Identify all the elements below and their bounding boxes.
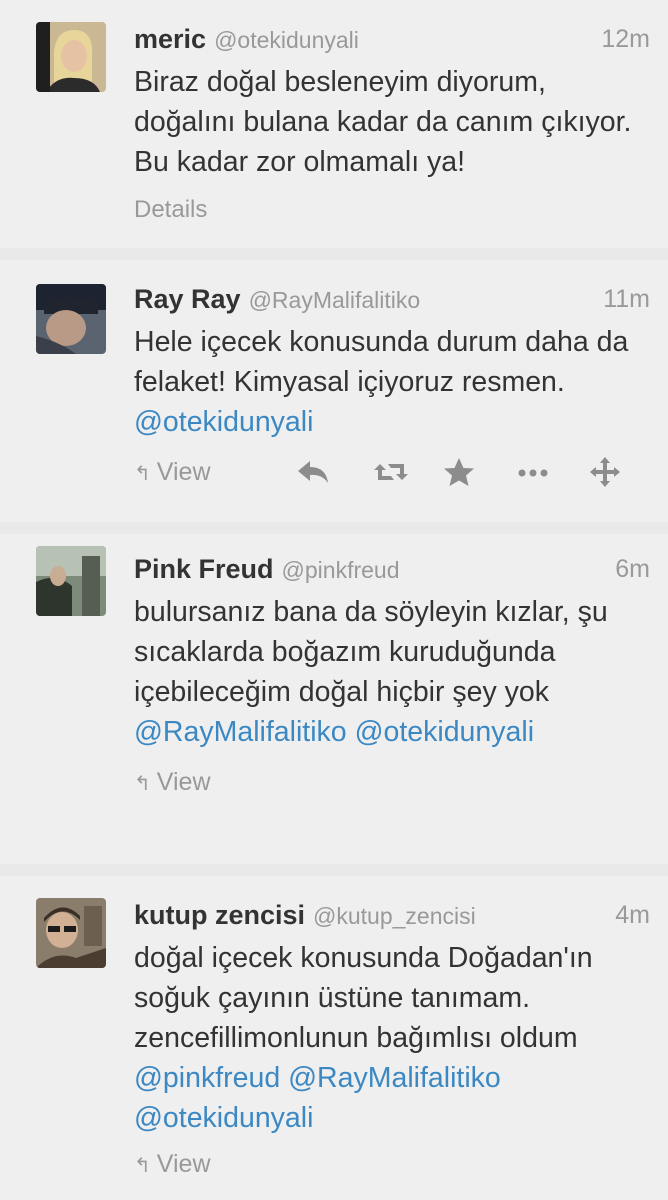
tweet-text: Biraz doğal besleneyim diyorum, doğalını… bbox=[134, 62, 650, 182]
mention-link[interactable]: @otekidunyali bbox=[355, 716, 534, 748]
user-name[interactable]: Pink Freud bbox=[134, 554, 274, 584]
tweet-text-segment: doğal içecek konusunda Doğadan'ın soğuk … bbox=[134, 942, 593, 1054]
retweet-icon[interactable] bbox=[372, 456, 410, 488]
view-label: View bbox=[156, 1150, 211, 1178]
tweet-text-segment: bulursanız bana da söyleyin kızlar, şu s… bbox=[134, 596, 608, 708]
tweet-item[interactable]: meric @otekidunyali 12m Biraz doğal besle… bbox=[0, 0, 668, 248]
mention-link[interactable]: @RayMalifalitiko bbox=[288, 1062, 501, 1094]
view-arrow-icon: ↰ bbox=[134, 773, 151, 795]
mention-link[interactable]: @otekidunyali bbox=[134, 1102, 313, 1134]
view-link[interactable]: ↰ View bbox=[134, 452, 211, 494]
view-label: View bbox=[156, 458, 211, 486]
expand-icon[interactable] bbox=[586, 456, 624, 488]
tweet-item[interactable]: kutup zencisi @kutup_zencisi 4m doğal içe… bbox=[0, 876, 668, 1200]
mention-link[interactable]: @otekidunyali bbox=[134, 406, 313, 438]
tweet-item[interactable]: Ray Ray @RayMalifalitiko 11m Hele içecek … bbox=[0, 260, 668, 522]
more-icon[interactable] bbox=[514, 456, 552, 488]
favorite-icon[interactable] bbox=[440, 456, 478, 488]
mention-link[interactable]: @RayMalifalitiko bbox=[134, 716, 347, 748]
tweet-header: kutup zencisi @kutup_zencisi 4m bbox=[134, 894, 650, 936]
user-handle[interactable]: @otekidunyali bbox=[214, 27, 359, 53]
tweet-header: Pink Freud @pinkfreud 6m bbox=[134, 548, 650, 590]
tweet-actions: ↰ View bbox=[134, 762, 650, 802]
avatar[interactable] bbox=[36, 546, 106, 616]
reply-icon[interactable] bbox=[294, 456, 332, 488]
tweet-header: meric @otekidunyali 12m bbox=[134, 18, 650, 60]
tweet-text: bulursanız bana da söyleyin kızlar, şu s… bbox=[134, 592, 650, 752]
user-handle[interactable]: @pinkfreud bbox=[282, 557, 400, 583]
user-name[interactable]: Ray Ray bbox=[134, 284, 241, 314]
timestamp[interactable]: 6m bbox=[615, 548, 650, 590]
timestamp[interactable]: 4m bbox=[615, 894, 650, 936]
timestamp[interactable]: 11m bbox=[603, 278, 650, 320]
mention-link[interactable]: @pinkfreud bbox=[134, 1062, 280, 1094]
avatar[interactable] bbox=[36, 22, 106, 92]
user-name[interactable]: kutup zencisi bbox=[134, 900, 305, 930]
tweet-text-segment bbox=[280, 1062, 288, 1094]
tweet-header: Ray Ray @RayMalifalitiko 11m bbox=[134, 278, 650, 320]
user-handle[interactable]: @kutup_zencisi bbox=[313, 903, 476, 929]
view-arrow-icon: ↰ bbox=[134, 463, 151, 485]
tweet-actions: ↰ View bbox=[134, 452, 650, 492]
timestamp[interactable]: 12m bbox=[601, 18, 650, 60]
view-link[interactable]: ↰ View bbox=[134, 1144, 211, 1186]
tweet-text: Hele içecek konusunda durum daha da fela… bbox=[134, 322, 650, 442]
avatar[interactable] bbox=[36, 898, 106, 968]
tweet-text-segment bbox=[347, 716, 355, 748]
tweet-actions: ↰ View bbox=[134, 1144, 650, 1184]
details-link[interactable]: Details bbox=[134, 196, 650, 224]
tweet-text-segment: Hele içecek konusunda durum daha da fela… bbox=[134, 326, 629, 398]
tweet-text: doğal içecek konusunda Doğadan'ın soğuk … bbox=[134, 938, 650, 1138]
user-name[interactable]: meric bbox=[134, 24, 206, 54]
tweet-text-segment: Biraz doğal besleneyim diyorum, doğalını… bbox=[134, 66, 632, 178]
avatar[interactable] bbox=[36, 284, 106, 354]
view-arrow-icon: ↰ bbox=[134, 1155, 151, 1177]
view-label: View bbox=[156, 768, 211, 796]
view-link[interactable]: ↰ View bbox=[134, 762, 211, 804]
tweet-item[interactable]: Pink Freud @pinkfreud 6m bulursanız bana … bbox=[0, 534, 668, 864]
user-handle[interactable]: @RayMalifalitiko bbox=[249, 287, 421, 313]
